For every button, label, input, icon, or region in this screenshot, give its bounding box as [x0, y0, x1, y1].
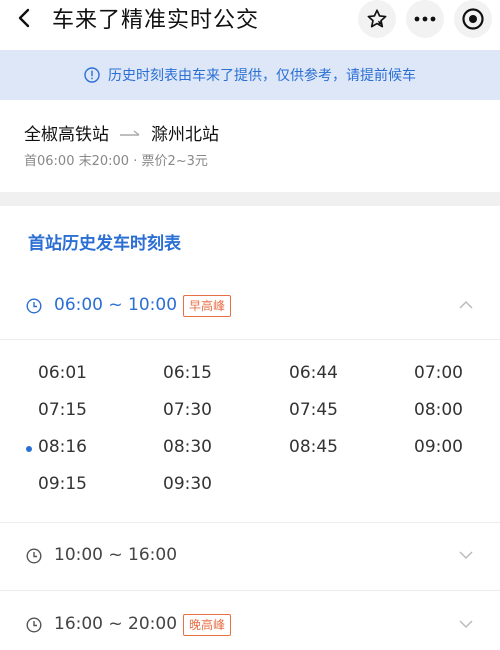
departure-time: 08:30 [163, 437, 212, 457]
route-meta: 首06:00 末20:00 · 票价2~3元 [24, 154, 208, 169]
period-range: 16:00 ~ 20:00 [54, 614, 178, 634]
section-title: 首站历史发车时刻表 [28, 234, 181, 254]
info-icon [84, 67, 100, 83]
more-dots-icon [414, 16, 436, 22]
info-banner: 历史时刻表由车来了提供，仅供参考，请提前候车 [0, 50, 500, 100]
period-range: 06:00 ~ 10:00 [54, 295, 178, 315]
departure-time: 06:44 [289, 363, 338, 383]
clock-icon [26, 298, 42, 314]
banner-text: 历史时刻表由车来了提供，仅供参考，请提前候车 [108, 68, 416, 84]
clock-icon [26, 617, 42, 633]
clock-icon [26, 548, 42, 564]
arrow-right-icon [120, 129, 140, 136]
favorite-button[interactable] [358, 0, 396, 38]
departure-time: 09:30 [163, 474, 212, 494]
departure-time: 06:01 [38, 363, 87, 383]
departure-time: 09:15 [38, 474, 87, 494]
close-miniprogram-button[interactable] [454, 0, 492, 38]
origin-station: 全椒高铁站 [24, 125, 109, 145]
period-range: 10:00 ~ 16:00 [54, 545, 178, 565]
departure-time: 07:30 [163, 400, 212, 420]
rush-hour-badge: 早高峰 [183, 295, 232, 317]
route-line: 全椒高铁站 滁州北站 [24, 120, 219, 145]
section-gap [0, 192, 500, 206]
divider [0, 522, 500, 523]
departure-time: 07:15 [38, 400, 87, 420]
divider [0, 590, 500, 591]
period-row-morning[interactable]: 06:00 ~ 10:00 早高峰 [0, 281, 500, 331]
back-icon[interactable] [14, 7, 36, 29]
period-row-midday[interactable]: 10:00 ~ 16:00 [0, 531, 500, 581]
departure-time: 07:45 [289, 400, 338, 420]
current-time-dot [26, 446, 32, 452]
period-row-evening[interactable]: 16:00 ~ 20:00 晚高峰 [0, 600, 500, 650]
rush-hour-badge: 晚高峰 [183, 614, 232, 636]
chevron-down-icon[interactable] [458, 618, 474, 630]
divider [0, 339, 500, 340]
chevron-up-icon[interactable] [458, 299, 474, 311]
more-button[interactable] [406, 0, 444, 38]
departure-time: 08:45 [289, 437, 338, 457]
chevron-down-icon[interactable] [458, 549, 474, 561]
target-icon [462, 8, 484, 30]
page-title: 车来了精准实时公交 [52, 8, 260, 33]
destination-station: 滁州北站 [151, 125, 219, 145]
departure-time: 07:00 [414, 363, 463, 383]
departure-time: 06:15 [163, 363, 212, 383]
departure-time: 08:00 [414, 400, 463, 420]
star-icon [367, 9, 387, 28]
top-actions [358, 0, 492, 38]
route-card: 全椒高铁站 滁州北站 首06:00 末20:00 · 票价2~3元 [0, 100, 500, 192]
top-bar: 车来了精准实时公交 [0, 0, 500, 38]
departure-time: 08:16 [38, 437, 87, 457]
departure-time: 09:00 [414, 437, 463, 457]
